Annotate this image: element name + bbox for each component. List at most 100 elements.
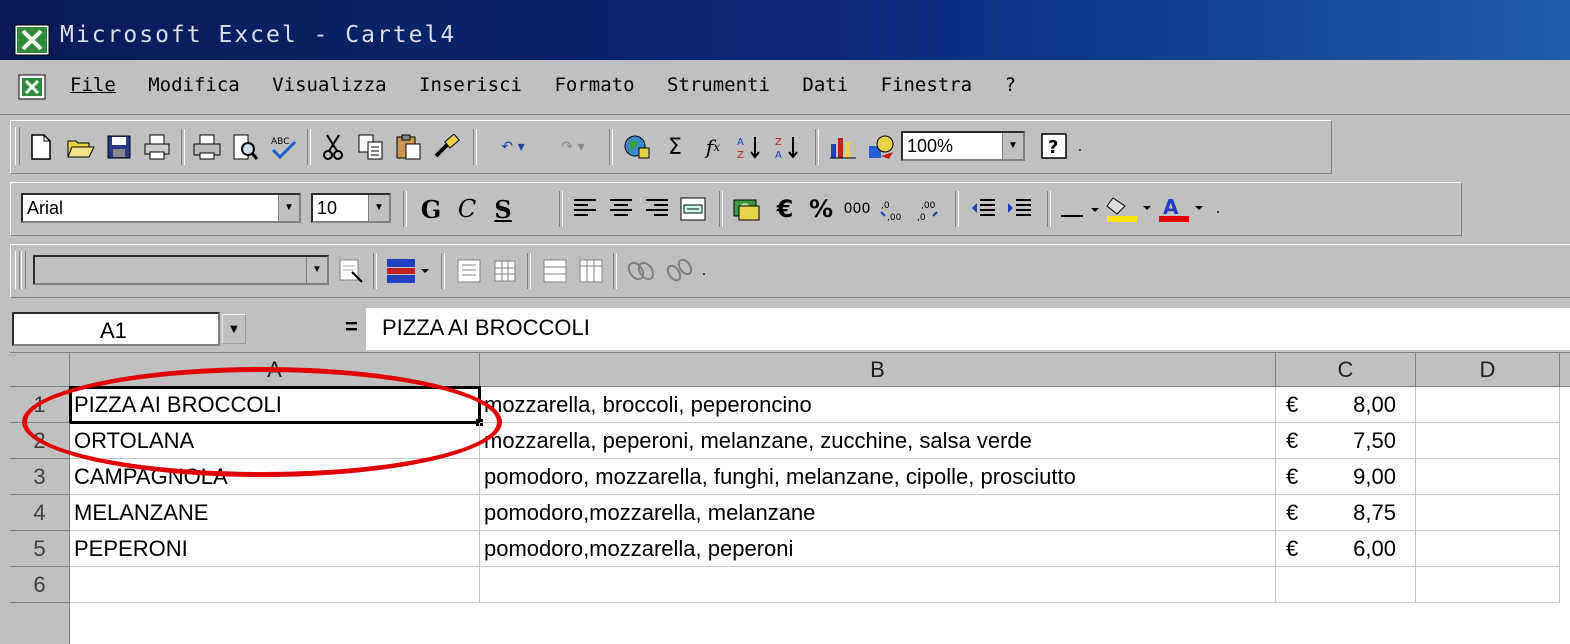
toolbar-grip[interactable]	[21, 251, 26, 289]
menu-inserisci[interactable]: Inserisci	[419, 74, 522, 96]
columns-icon[interactable]	[575, 255, 607, 287]
chevron-down-icon[interactable]: ▼	[306, 257, 327, 283]
sort-ascending-icon[interactable]: AZ	[733, 131, 765, 163]
undo-icon[interactable]: ↶ ▾	[483, 131, 543, 163]
list-icon[interactable]	[539, 255, 571, 287]
menu-modifica[interactable]: Modifica	[148, 74, 240, 96]
formula-equals[interactable]: =	[345, 314, 358, 340]
cell-b4[interactable]: pomodoro,mozzarella, melanzane	[480, 495, 1276, 531]
paste-icon[interactable]	[393, 131, 425, 163]
menu-dati[interactable]: Dati	[802, 74, 848, 96]
toolbar-grip[interactable]	[15, 251, 20, 289]
toolbar-more-icon[interactable]: .	[1211, 193, 1225, 225]
menu-formato[interactable]: Formato	[554, 74, 634, 96]
help-icon[interactable]: ?	[1039, 131, 1071, 163]
column-header-b[interactable]: B	[480, 353, 1276, 387]
menu-file[interactable]: File	[70, 74, 116, 96]
cell-d4[interactable]	[1416, 495, 1560, 531]
cell-c3[interactable]: 9,00	[1276, 459, 1416, 495]
column-header-a[interactable]: A	[70, 353, 480, 387]
currency-button[interactable]: €	[769, 193, 801, 225]
unlink-icon[interactable]	[663, 255, 695, 287]
column-header-c[interactable]: C	[1276, 353, 1416, 387]
font-color-icon[interactable]: A	[1157, 193, 1207, 225]
increase-indent-icon[interactable]	[1003, 193, 1035, 225]
copy-icon[interactable]	[355, 131, 387, 163]
format-painter-icon[interactable]	[431, 131, 463, 163]
borders-icon[interactable]	[1059, 193, 1103, 225]
workbook-icon[interactable]	[18, 74, 46, 100]
cell-d6[interactable]	[1416, 567, 1560, 603]
fill-color-icon[interactable]	[1105, 193, 1155, 225]
italic-button[interactable]: C	[451, 193, 483, 225]
select-all-corner[interactable]	[10, 353, 70, 387]
cell-a6[interactable]	[70, 567, 480, 603]
save-icon[interactable]	[103, 131, 135, 163]
row-header-7[interactable]	[10, 603, 70, 644]
cell-b5[interactable]: pomodoro,mozzarella, peperoni	[480, 531, 1276, 567]
cell-c1[interactable]: 8,00	[1276, 387, 1416, 423]
thousands-button[interactable]: 000	[841, 193, 873, 225]
toolbar-grip[interactable]	[15, 127, 20, 165]
open-icon[interactable]	[65, 131, 97, 163]
chevron-down-icon[interactable]: ▼	[368, 195, 389, 221]
redo-icon[interactable]: ↷ ▾	[545, 131, 601, 163]
cell-c6[interactable]	[1276, 567, 1416, 603]
web-toolbar-icon[interactable]	[621, 131, 653, 163]
cell-a3[interactable]: CAMPAGNOLA	[70, 459, 480, 495]
style-select[interactable]: ▼	[33, 255, 329, 285]
align-center-icon[interactable]	[605, 193, 637, 225]
merge-center-icon[interactable]	[677, 193, 709, 225]
menu-finestra[interactable]: Finestra	[881, 74, 973, 96]
menu-help[interactable]: ?	[1005, 74, 1016, 96]
toolbar-more-icon[interactable]: .	[1073, 131, 1087, 163]
column-header-e[interactable]	[1560, 353, 1570, 387]
chevron-down-icon[interactable]: ▼	[1002, 133, 1023, 159]
formula-input[interactable]: PIZZA AI BROCCOLI	[366, 308, 1570, 350]
row-header-6[interactable]: 6	[10, 567, 70, 603]
toolbar-more-icon[interactable]: .	[697, 255, 711, 287]
print-preview-printer-icon[interactable]	[141, 131, 173, 163]
row-header-4[interactable]: 4	[10, 495, 70, 531]
align-right-icon[interactable]	[641, 193, 673, 225]
name-box[interactable]: A1	[12, 312, 220, 346]
cell-d5[interactable]	[1416, 531, 1560, 567]
column-header-d[interactable]: D	[1416, 353, 1560, 387]
title-bar[interactable]: Microsoft Excel - Cartel4	[0, 0, 1570, 60]
cell-b6[interactable]	[480, 567, 1276, 603]
bold-button[interactable]: G	[415, 193, 447, 225]
cell-b1[interactable]: mozzarella, broccoli, peperoncino	[480, 387, 1276, 423]
autosum-icon[interactable]: Σ	[659, 131, 691, 163]
chevron-down-icon[interactable]: ▼	[222, 314, 246, 344]
style-sheet-icon[interactable]	[335, 255, 367, 287]
cut-icon[interactable]	[317, 131, 349, 163]
font-size-select[interactable]: 10 ▼	[311, 193, 391, 223]
new-icon[interactable]	[25, 131, 57, 163]
row-header-3[interactable]: 3	[10, 459, 70, 495]
sort-descending-icon[interactable]: ZA	[771, 131, 803, 163]
cell-c5[interactable]: 6,00	[1276, 531, 1416, 567]
link-icon[interactable]	[625, 255, 657, 287]
drawing-icon[interactable]	[865, 131, 897, 163]
align-left-icon[interactable]	[569, 193, 601, 225]
cell-a5[interactable]: PEPERONI	[70, 531, 480, 567]
underline-button[interactable]: S	[487, 193, 519, 225]
cell-b2[interactable]: mozzarella, peperoni, melanzane, zucchin…	[480, 423, 1276, 459]
row-header-1[interactable]: 1	[10, 387, 70, 423]
cell-a4[interactable]: MELANZANE	[70, 495, 480, 531]
cell-a1[interactable]: PIZZA AI BROCCOLI	[69, 386, 481, 424]
row-header-2[interactable]: 2	[10, 423, 70, 459]
decrease-indent-icon[interactable]	[967, 193, 999, 225]
print-icon[interactable]	[191, 131, 223, 163]
cell-a2[interactable]: ORTOLANA	[70, 423, 480, 459]
cell-d2[interactable]	[1416, 423, 1560, 459]
decrease-decimal-icon[interactable]: ,00,0	[913, 193, 945, 225]
increase-decimal-icon[interactable]: ,0,00	[877, 193, 909, 225]
grid-icon[interactable]	[489, 255, 521, 287]
excel-app-icon[interactable]	[14, 24, 50, 56]
cell-c2[interactable]: 7,50	[1276, 423, 1416, 459]
euro-style-icon[interactable]	[731, 193, 763, 225]
menu-strumenti[interactable]: Strumenti	[667, 74, 770, 96]
function-icon[interactable]: fx	[697, 131, 729, 163]
outline-icon[interactable]	[453, 255, 485, 287]
